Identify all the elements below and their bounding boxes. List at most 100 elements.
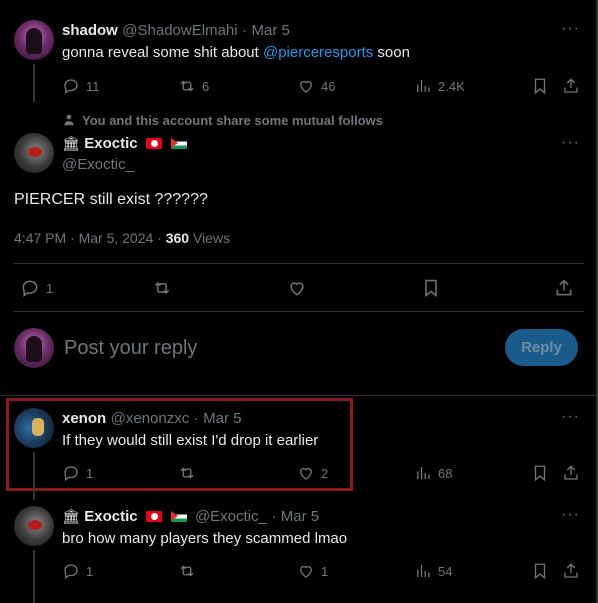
views-action[interactable]: 2.4K [414, 77, 465, 95]
retweet-action[interactable]: 6 [178, 77, 209, 95]
tweet-text: gonna reveal some shit about @pierceresp… [62, 44, 410, 61]
retweet-action[interactable] [178, 562, 196, 580]
share-action[interactable] [562, 77, 580, 95]
bookmark-icon [534, 563, 546, 580]
reply-count: 1 [46, 280, 54, 296]
author-handle[interactable]: @Exoctic_ [62, 156, 134, 173]
tweet-text: If they would still exist I'd drop it ea… [62, 432, 319, 449]
retweet-count: 6 [202, 78, 210, 94]
thread-line [33, 64, 35, 102]
avatar[interactable] [14, 408, 54, 448]
reply-action[interactable]: 1 [20, 278, 53, 298]
separator: · [193, 410, 199, 427]
divider [14, 263, 584, 264]
tunisia-flag-icon [146, 511, 163, 523]
author-name[interactable]: Exoctic [84, 508, 137, 525]
reply-input[interactable]: Post your reply [64, 337, 197, 360]
reply-icon [64, 79, 78, 95]
bookmark-action[interactable] [531, 77, 549, 95]
reply-action[interactable]: 1 [62, 464, 93, 482]
author-handle[interactable]: @xenonzxc [111, 410, 190, 427]
share-icon [564, 78, 578, 93]
tweet-header: 🏛 Exoctic [62, 135, 187, 153]
divider [0, 395, 598, 396]
like-action[interactable]: 46 [297, 77, 335, 95]
more-icon[interactable]: ··· [561, 20, 580, 38]
tweet-date[interactable]: Mar 5 [252, 22, 290, 39]
reply-icon [64, 564, 78, 580]
views-count: 54 [438, 563, 453, 579]
share-action[interactable] [554, 278, 574, 298]
bookmark-action[interactable] [531, 562, 549, 580]
author-handle[interactable]: @Exoctic_ [195, 508, 267, 525]
author-name[interactable]: shadow [62, 22, 118, 39]
avatar[interactable] [14, 506, 54, 546]
tweet-text: bro how many players they scammed lmao [62, 530, 348, 547]
like-action[interactable] [287, 278, 307, 298]
tweet-header: 🏛 Exoctic @Exoctic_ · Mar 5 [62, 508, 319, 526]
views-action[interactable]: 68 [414, 464, 452, 482]
retweet-action[interactable] [178, 464, 196, 482]
heart-icon [290, 282, 304, 296]
views-count: 2.4K [438, 78, 465, 94]
more-icon[interactable]: ··· [561, 506, 580, 524]
mention-link[interactable]: @pierceresports [263, 44, 373, 61]
bookmark-icon [534, 78, 546, 95]
palestine-flag-icon [170, 511, 187, 523]
views-icon [417, 565, 430, 577]
views-count: 68 [438, 465, 453, 481]
divider [14, 311, 584, 312]
tweet-text: PIERCER still exist ?????? [14, 191, 208, 208]
bookmark-action[interactable] [421, 278, 441, 298]
like-action[interactable]: 2 [297, 464, 328, 482]
author-name[interactable]: xenon [62, 410, 106, 427]
palestine-flag-icon [170, 138, 187, 150]
author-handle[interactable]: @ShadowElmahi [122, 22, 237, 39]
tweet-date[interactable]: Mar 5 [203, 410, 241, 427]
views-icon [417, 467, 430, 479]
bookmark-icon [425, 279, 437, 298]
retweet-icon [180, 467, 194, 479]
tweet-header: xenon @xenonzxc · Mar 5 [62, 410, 242, 428]
reply-button[interactable]: Reply [505, 329, 578, 366]
views-count: 360 [165, 230, 190, 246]
heart-icon [300, 80, 312, 93]
share-action[interactable] [562, 464, 580, 482]
retweet-action[interactable] [152, 278, 172, 298]
like-action[interactable]: 1 [297, 562, 328, 580]
share-icon [564, 465, 578, 480]
like-count: 46 [321, 78, 336, 94]
person-icon [64, 114, 74, 126]
tweet-meta: 4:47 PM · Mar 5, 2024 · 360 Views [14, 230, 231, 246]
author-name[interactable]: Exoctic [84, 135, 137, 152]
thread-line [33, 550, 35, 603]
thread-line [33, 452, 35, 500]
reply-count: 11 [86, 78, 100, 94]
avatar[interactable] [14, 133, 54, 173]
avatar[interactable] [14, 328, 54, 368]
views-icon [417, 80, 430, 92]
retweet-icon [154, 281, 170, 295]
reply-icon [22, 280, 38, 297]
more-icon[interactable]: ··· [561, 134, 580, 152]
more-icon[interactable]: ··· [561, 408, 580, 426]
tweet-date[interactable]: Mar 5 [281, 508, 319, 525]
tunisia-flag-icon [146, 138, 163, 150]
reply-count: 1 [86, 465, 94, 481]
share-action[interactable] [562, 562, 580, 580]
retweet-icon [180, 565, 194, 577]
bookmark-action[interactable] [531, 464, 549, 482]
reply-action[interactable]: 11 [62, 77, 100, 95]
heart-icon [300, 467, 312, 480]
reply-action[interactable]: 1 [62, 562, 93, 580]
timestamp[interactable]: 4:47 PM · Mar 5, 2024 · [14, 230, 166, 246]
separator: · [271, 508, 277, 525]
separator: · [242, 22, 248, 39]
share-icon [564, 563, 578, 578]
bookmark-icon [534, 465, 546, 482]
avatar[interactable] [14, 20, 54, 60]
reply-count: 1 [86, 563, 94, 579]
retweet-icon [180, 80, 194, 92]
views-action[interactable]: 54 [414, 562, 452, 580]
building-icon: 🏛 [62, 135, 80, 151]
